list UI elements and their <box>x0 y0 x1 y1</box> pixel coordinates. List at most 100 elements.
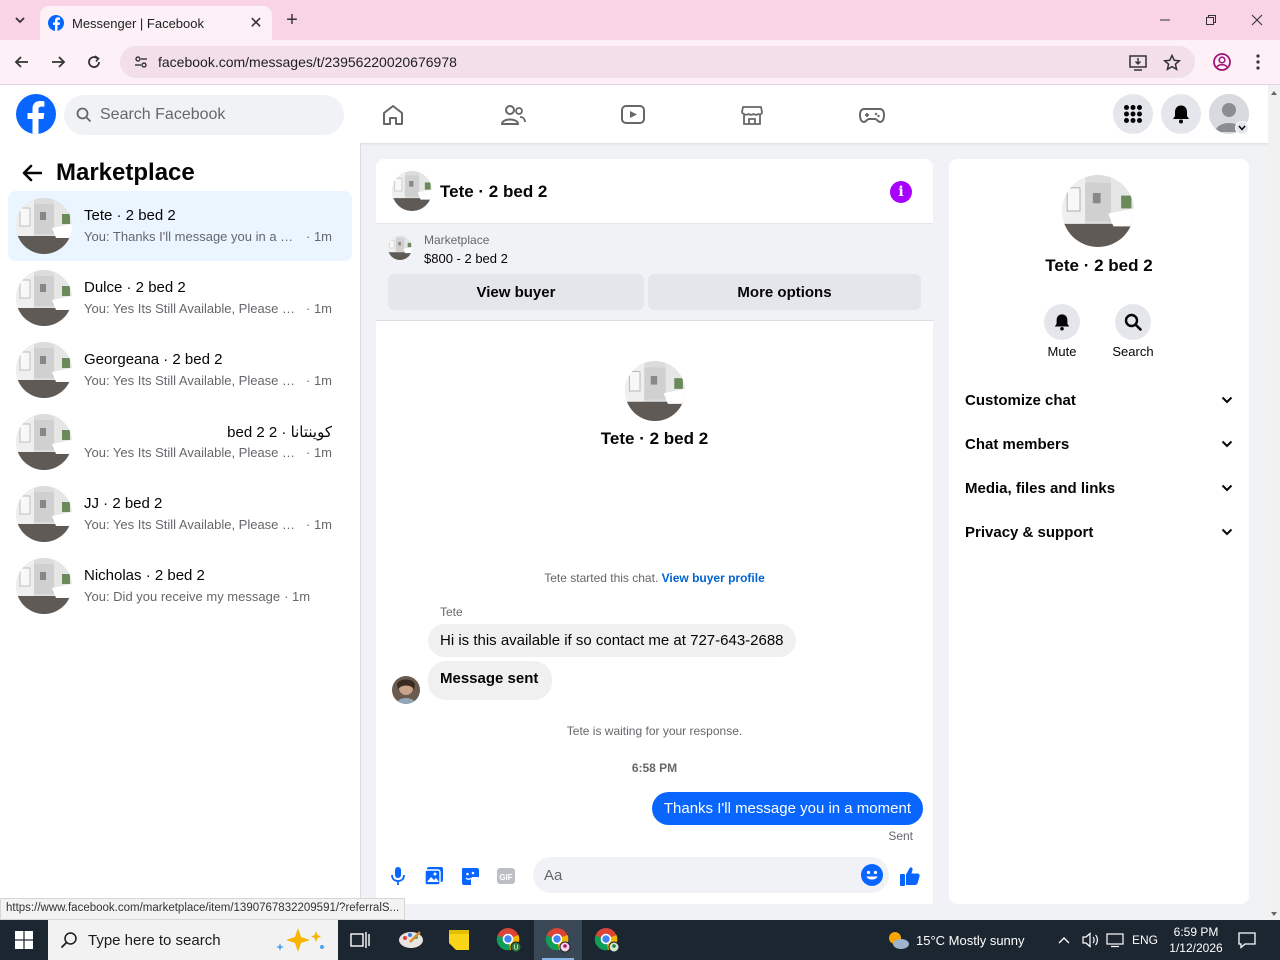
search-label: Search <box>1112 344 1154 359</box>
info-name: Tete · 2 bed 2 <box>1045 256 1153 275</box>
more-options-button[interactable]: More options <box>648 274 921 310</box>
chat-title[interactable]: Tete · 2 bed 2 <box>440 182 547 202</box>
page-scrollbar[interactable] <box>1268 85 1280 920</box>
customize-chat-row[interactable]: Customize chat <box>965 382 1233 418</box>
gif-icon[interactable]: GIF <box>495 865 517 887</box>
listing-thumbnail[interactable] <box>388 236 412 260</box>
taskbar-app-chrome-3[interactable] <box>583 920 631 960</box>
taskbar-app-paint[interactable] <box>387 920 435 960</box>
notifications-button[interactable] <box>1161 94 1201 134</box>
marketplace-chat-list: Marketplace Tete · 2 bed 2 You: Thanks I… <box>0 143 361 920</box>
restore-icon <box>1206 15 1216 25</box>
taskbar-search-box[interactable]: Type here to search <box>48 920 338 960</box>
browser-menu-button[interactable] <box>1244 48 1272 76</box>
conversation-name: Dulce · 2 bed 2 <box>84 279 186 296</box>
bell-icon <box>1173 105 1189 124</box>
browser-tab-messenger[interactable]: Messenger | Facebook ✕ <box>40 6 272 40</box>
taskbar-app-sticky-notes[interactable] <box>435 920 483 960</box>
search-icon <box>76 107 92 123</box>
facebook-search-input[interactable]: Search Facebook <box>64 95 344 135</box>
sparkle-highlight-icon <box>276 928 324 952</box>
photo-gallery-icon[interactable] <box>423 865 445 887</box>
bookmark-star-icon[interactable] <box>1162 53 1182 73</box>
account-caret-icon[interactable] <box>1235 121 1249 135</box>
conversation-item[interactable]: Dulce · 2 bed 2 You: Yes Its Still Avail… <box>8 263 352 333</box>
weather-widget[interactable]: 15°C Mostly sunny <box>886 920 1025 960</box>
listing-thumbnail <box>16 486 72 542</box>
facebook-logo-icon[interactable] <box>16 94 56 134</box>
chat-avatar[interactable] <box>392 171 432 211</box>
task-view-button[interactable] <box>336 920 384 960</box>
profile-button[interactable] <box>1208 48 1236 76</box>
tab-close-icon[interactable]: ✕ <box>246 13 266 33</box>
outgoing-message[interactable]: Thanks I'll message you in a moment <box>651 792 923 825</box>
conversation-info-icon[interactable]: i <box>890 181 912 203</box>
conversation-name: كوينتانا · 2 bed 2 <box>227 424 332 441</box>
close-window-button[interactable] <box>1234 0 1280 40</box>
sticker-icon[interactable] <box>459 865 481 887</box>
notification-center-button[interactable] <box>1237 920 1257 960</box>
home-nav-icon[interactable] <box>380 102 406 128</box>
menu-grid-button[interactable] <box>1113 94 1153 134</box>
microphone-icon[interactable] <box>387 865 409 887</box>
show-hidden-icons-button[interactable] <box>1058 920 1070 960</box>
task-view-icon <box>350 932 370 948</box>
emoji-icon[interactable] <box>861 864 883 886</box>
video-nav-icon[interactable] <box>620 102 646 128</box>
paint-app-icon <box>399 931 423 948</box>
conversation-name: Georgeana · 2 bed 2 <box>84 351 223 368</box>
incoming-message[interactable]: Message sent <box>428 661 553 700</box>
reload-icon <box>88 55 100 68</box>
incoming-message[interactable]: Hi is this available if so contact me at… <box>428 624 796 657</box>
privacy-support-row[interactable]: Privacy & support <box>965 514 1233 550</box>
conversation-item[interactable]: Georgeana · 2 bed 2 You: Yes Its Still A… <box>8 335 352 405</box>
restore-button[interactable] <box>1188 0 1234 40</box>
conversation-item[interactable]: كوينتانا · 2 bed 2 You: Yes Its Still Av… <box>8 407 352 477</box>
message-input-placeholder: Aa <box>544 866 563 884</box>
install-app-icon[interactable] <box>1128 53 1148 73</box>
network-button[interactable] <box>1106 920 1124 960</box>
search-conversation-button[interactable]: Search <box>1103 304 1163 359</box>
sidebar-title: Marketplace <box>56 159 195 186</box>
view-buyer-button[interactable]: View buyer <box>388 274 644 310</box>
minimize-button[interactable] <box>1142 0 1188 40</box>
mute-button[interactable]: Mute <box>1032 304 1092 359</box>
friends-nav-icon[interactable] <box>500 102 526 128</box>
volume-button[interactable] <box>1081 920 1099 960</box>
listing-price-title[interactable]: $800 - 2 bed 2 <box>424 251 508 266</box>
url-text: facebook.com/messages/t/2395622002067697… <box>158 54 457 70</box>
input-language[interactable]: ENG <box>1132 920 1158 960</box>
buyer-avatar[interactable] <box>392 676 420 704</box>
message-input[interactable]: Aa <box>533 857 889 893</box>
start-button[interactable] <box>0 920 48 960</box>
chat-members-row[interactable]: Chat members <box>965 426 1233 462</box>
taskbar-app-chrome-1[interactable]: U <box>485 920 533 960</box>
view-buyer-profile-link[interactable]: View buyer profile <box>662 571 765 585</box>
speaker-icon <box>1082 932 1098 948</box>
clock[interactable]: 6:59 PM 1/12/2026 <box>1166 920 1226 960</box>
conversation-item[interactable]: Tete · 2 bed 2 You: Thanks I'll message … <box>8 191 352 261</box>
sent-status: Sent <box>888 829 913 843</box>
site-info-icon[interactable] <box>130 51 152 73</box>
new-tab-button[interactable]: + <box>280 8 304 32</box>
conversation-item[interactable]: JJ · 2 bed 2 You: Yes Its Still Availabl… <box>8 479 352 549</box>
chevron-down-icon <box>1221 484 1233 492</box>
forward-button[interactable] <box>44 48 72 76</box>
info-avatar <box>1062 175 1134 247</box>
bell-icon <box>1054 314 1070 331</box>
search-icon <box>60 932 77 949</box>
reload-button[interactable] <box>80 48 108 76</box>
marketplace-nav-icon[interactable] <box>739 102 765 128</box>
address-bar[interactable]: facebook.com/messages/t/2395622002067697… <box>120 46 1195 78</box>
tab-search-dropdown[interactable] <box>6 7 34 33</box>
back-button[interactable] <box>8 48 36 76</box>
gaming-nav-icon[interactable] <box>859 102 885 128</box>
thumbs-up-icon[interactable] <box>899 865 921 887</box>
media-files-links-row[interactable]: Media, files and links <box>965 470 1233 506</box>
minimize-icon <box>1160 19 1170 21</box>
taskbar-app-chrome-2[interactable] <box>534 920 582 960</box>
link-status-tooltip: https://www.facebook.com/marketplace/ite… <box>0 898 406 920</box>
conversation-item[interactable]: Nicholas · 2 bed 2 You: Did you receive … <box>8 551 352 621</box>
waiting-notice: Tete is waiting for your response. <box>566 724 743 738</box>
back-arrow-icon[interactable] <box>20 161 44 185</box>
